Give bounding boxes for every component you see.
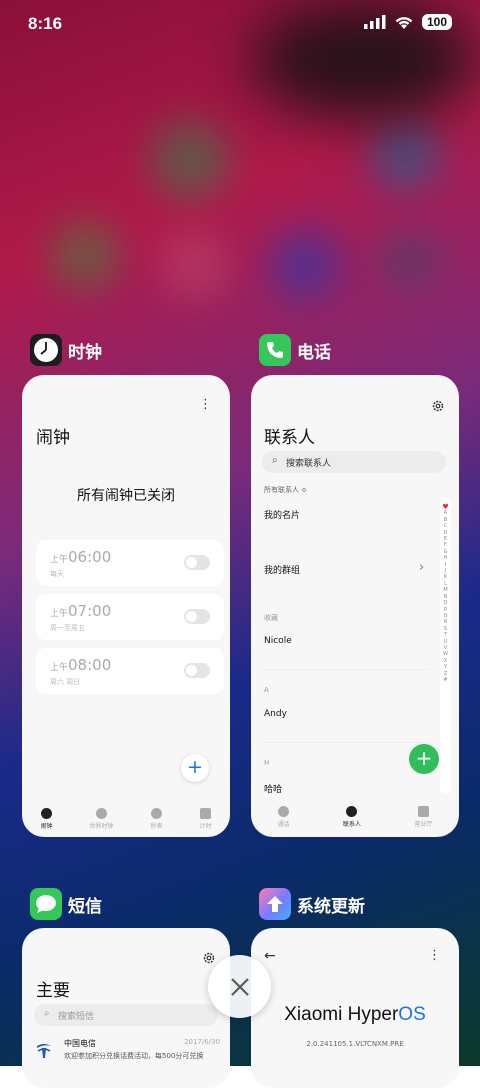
alarm-toggle[interactable] (184, 663, 210, 678)
clear-all-button[interactable] (208, 955, 271, 1018)
message-sender: 中国电信 (64, 1039, 96, 1048)
phone-app-card[interactable]: 联系人 ⌕ 搜索联系人 所有联系人 ≎ 我的名片 我的群组 › 收藏 Nicol… (251, 375, 459, 837)
chevron-right-icon: › (419, 560, 425, 575)
sms-app-card[interactable]: 主要 ⌕ 搜索短信 中国电信 2017/6/30 欢迎参加积分兑换话费活动，每5… (22, 928, 230, 1088)
alarm-toggle[interactable] (184, 555, 210, 570)
tab-contacts[interactable]: 联系人 (343, 806, 361, 828)
alphabet-index[interactable]: ♥ A B C D E F G H I J K L M N O P Q R S T U V W X Y Z # (440, 498, 451, 794)
status-time: 8:16 (28, 14, 63, 33)
back-arrow-icon[interactable]: ← (264, 948, 276, 964)
stopwatch-icon (150, 808, 162, 819)
section-label: A (264, 686, 269, 694)
more-menu-icon[interactable]: ⋮ (199, 397, 212, 412)
tab-calls[interactable]: 通话 (278, 806, 290, 828)
phone-app-name: 电话 (297, 342, 331, 363)
update-app-header[interactable]: 系统更新 (259, 888, 365, 920)
clock-app-icon (30, 334, 62, 366)
add-alarm-button[interactable]: + (181, 754, 209, 782)
clock-icon (95, 808, 107, 819)
section-label: 收藏 (264, 614, 278, 622)
china-telecom-logo-icon (34, 1040, 54, 1060)
sms-search-input[interactable]: ⌕ 搜索短信 (34, 1004, 218, 1026)
clock-app-name: 时钟 (68, 342, 102, 363)
settings-gear-icon[interactable] (432, 400, 444, 412)
update-app-card[interactable]: ← ⋮ Xiaomi HyperOS 2.0.241105.1.VLTCNXM.… (251, 928, 459, 1088)
add-contact-button[interactable]: + (409, 744, 439, 774)
contact-row[interactable]: Nicole (264, 636, 292, 646)
messages-app-icon (30, 888, 62, 920)
tab-alarm[interactable]: 闹钟 (40, 808, 53, 830)
my-card-row[interactable]: 我的名片 (264, 508, 300, 521)
page-title: 主要 (36, 981, 70, 1001)
close-icon (230, 977, 249, 996)
contact-filter[interactable]: 所有联系人 ≎ (264, 485, 307, 495)
more-menu-icon[interactable]: ⋮ (428, 948, 441, 963)
tab-service-hall[interactable]: 营业厅 (414, 806, 432, 828)
phone-icon (278, 806, 290, 817)
signal-icon (363, 15, 386, 29)
status-bar: 8:16 100 (0, 0, 480, 50)
contact-row[interactable]: 哈哈 (264, 782, 282, 795)
clock-tab-bar: 闹钟 世界时钟 秒表 计时 (22, 801, 230, 837)
section-label: H (264, 759, 270, 767)
contact-search-input[interactable]: ⌕ 搜索联系人 (262, 451, 446, 473)
page-title: 闹钟 (36, 428, 70, 448)
clock-app-card[interactable]: ⋮ 闹钟 所有闹钟已关闭 上午06:00 每天 上午07:00 周一至周五 上午… (22, 375, 230, 837)
battery-indicator: 100 (421, 14, 452, 30)
tab-stopwatch[interactable]: 秒表 (150, 808, 163, 830)
alarm-toggle[interactable] (184, 609, 210, 624)
sms-app-name: 短信 (68, 896, 102, 917)
system-update-app-icon (259, 888, 291, 920)
alarm-item[interactable]: 上午08:00 周六 周日 (36, 648, 224, 694)
hourglass-icon (199, 808, 211, 819)
os-version: 2.0.241105.1.VLTCNXM.PRE (306, 1040, 404, 1048)
phone-app-icon (259, 334, 291, 366)
alarm-item[interactable]: 上午06:00 每天 (36, 540, 224, 586)
contact-row[interactable]: Andy (264, 709, 287, 719)
alarm-item[interactable]: 上午07:00 周一至周五 (36, 594, 224, 640)
wifi-icon (395, 16, 413, 29)
update-app-name: 系统更新 (297, 896, 365, 917)
alarm-icon (40, 808, 52, 819)
page-title: 联系人 (264, 428, 315, 448)
message-date: 2017/6/30 (184, 1038, 220, 1046)
message-preview: 欢迎参加积分兑换话费活动，每500分可兑换 (64, 1052, 204, 1060)
store-icon (417, 806, 429, 817)
sms-app-header[interactable]: 短信 (30, 888, 102, 920)
person-icon (346, 806, 358, 817)
empty-alarm-message: 所有闹钟已关闭 (77, 488, 175, 504)
tab-world-clock[interactable]: 世界时钟 (89, 808, 114, 830)
my-groups-row[interactable]: 我的群组 (264, 563, 300, 576)
phone-app-header[interactable]: 电话 (259, 334, 331, 366)
phone-tab-bar: 通话 联系人 营业厅 (251, 797, 459, 837)
search-icon: ⌕ (44, 1008, 50, 1019)
message-item[interactable]: 中国电信 2017/6/30 欢迎参加积分兑换话费活动，每500分可兑换 (34, 1038, 220, 1068)
clock-app-header[interactable]: 时钟 (30, 334, 102, 366)
os-name: Xiaomi HyperOS (284, 1004, 426, 1025)
tab-timer[interactable]: 计时 (199, 808, 212, 830)
settings-gear-icon[interactable] (203, 952, 215, 964)
search-icon: ⌕ (272, 455, 278, 466)
